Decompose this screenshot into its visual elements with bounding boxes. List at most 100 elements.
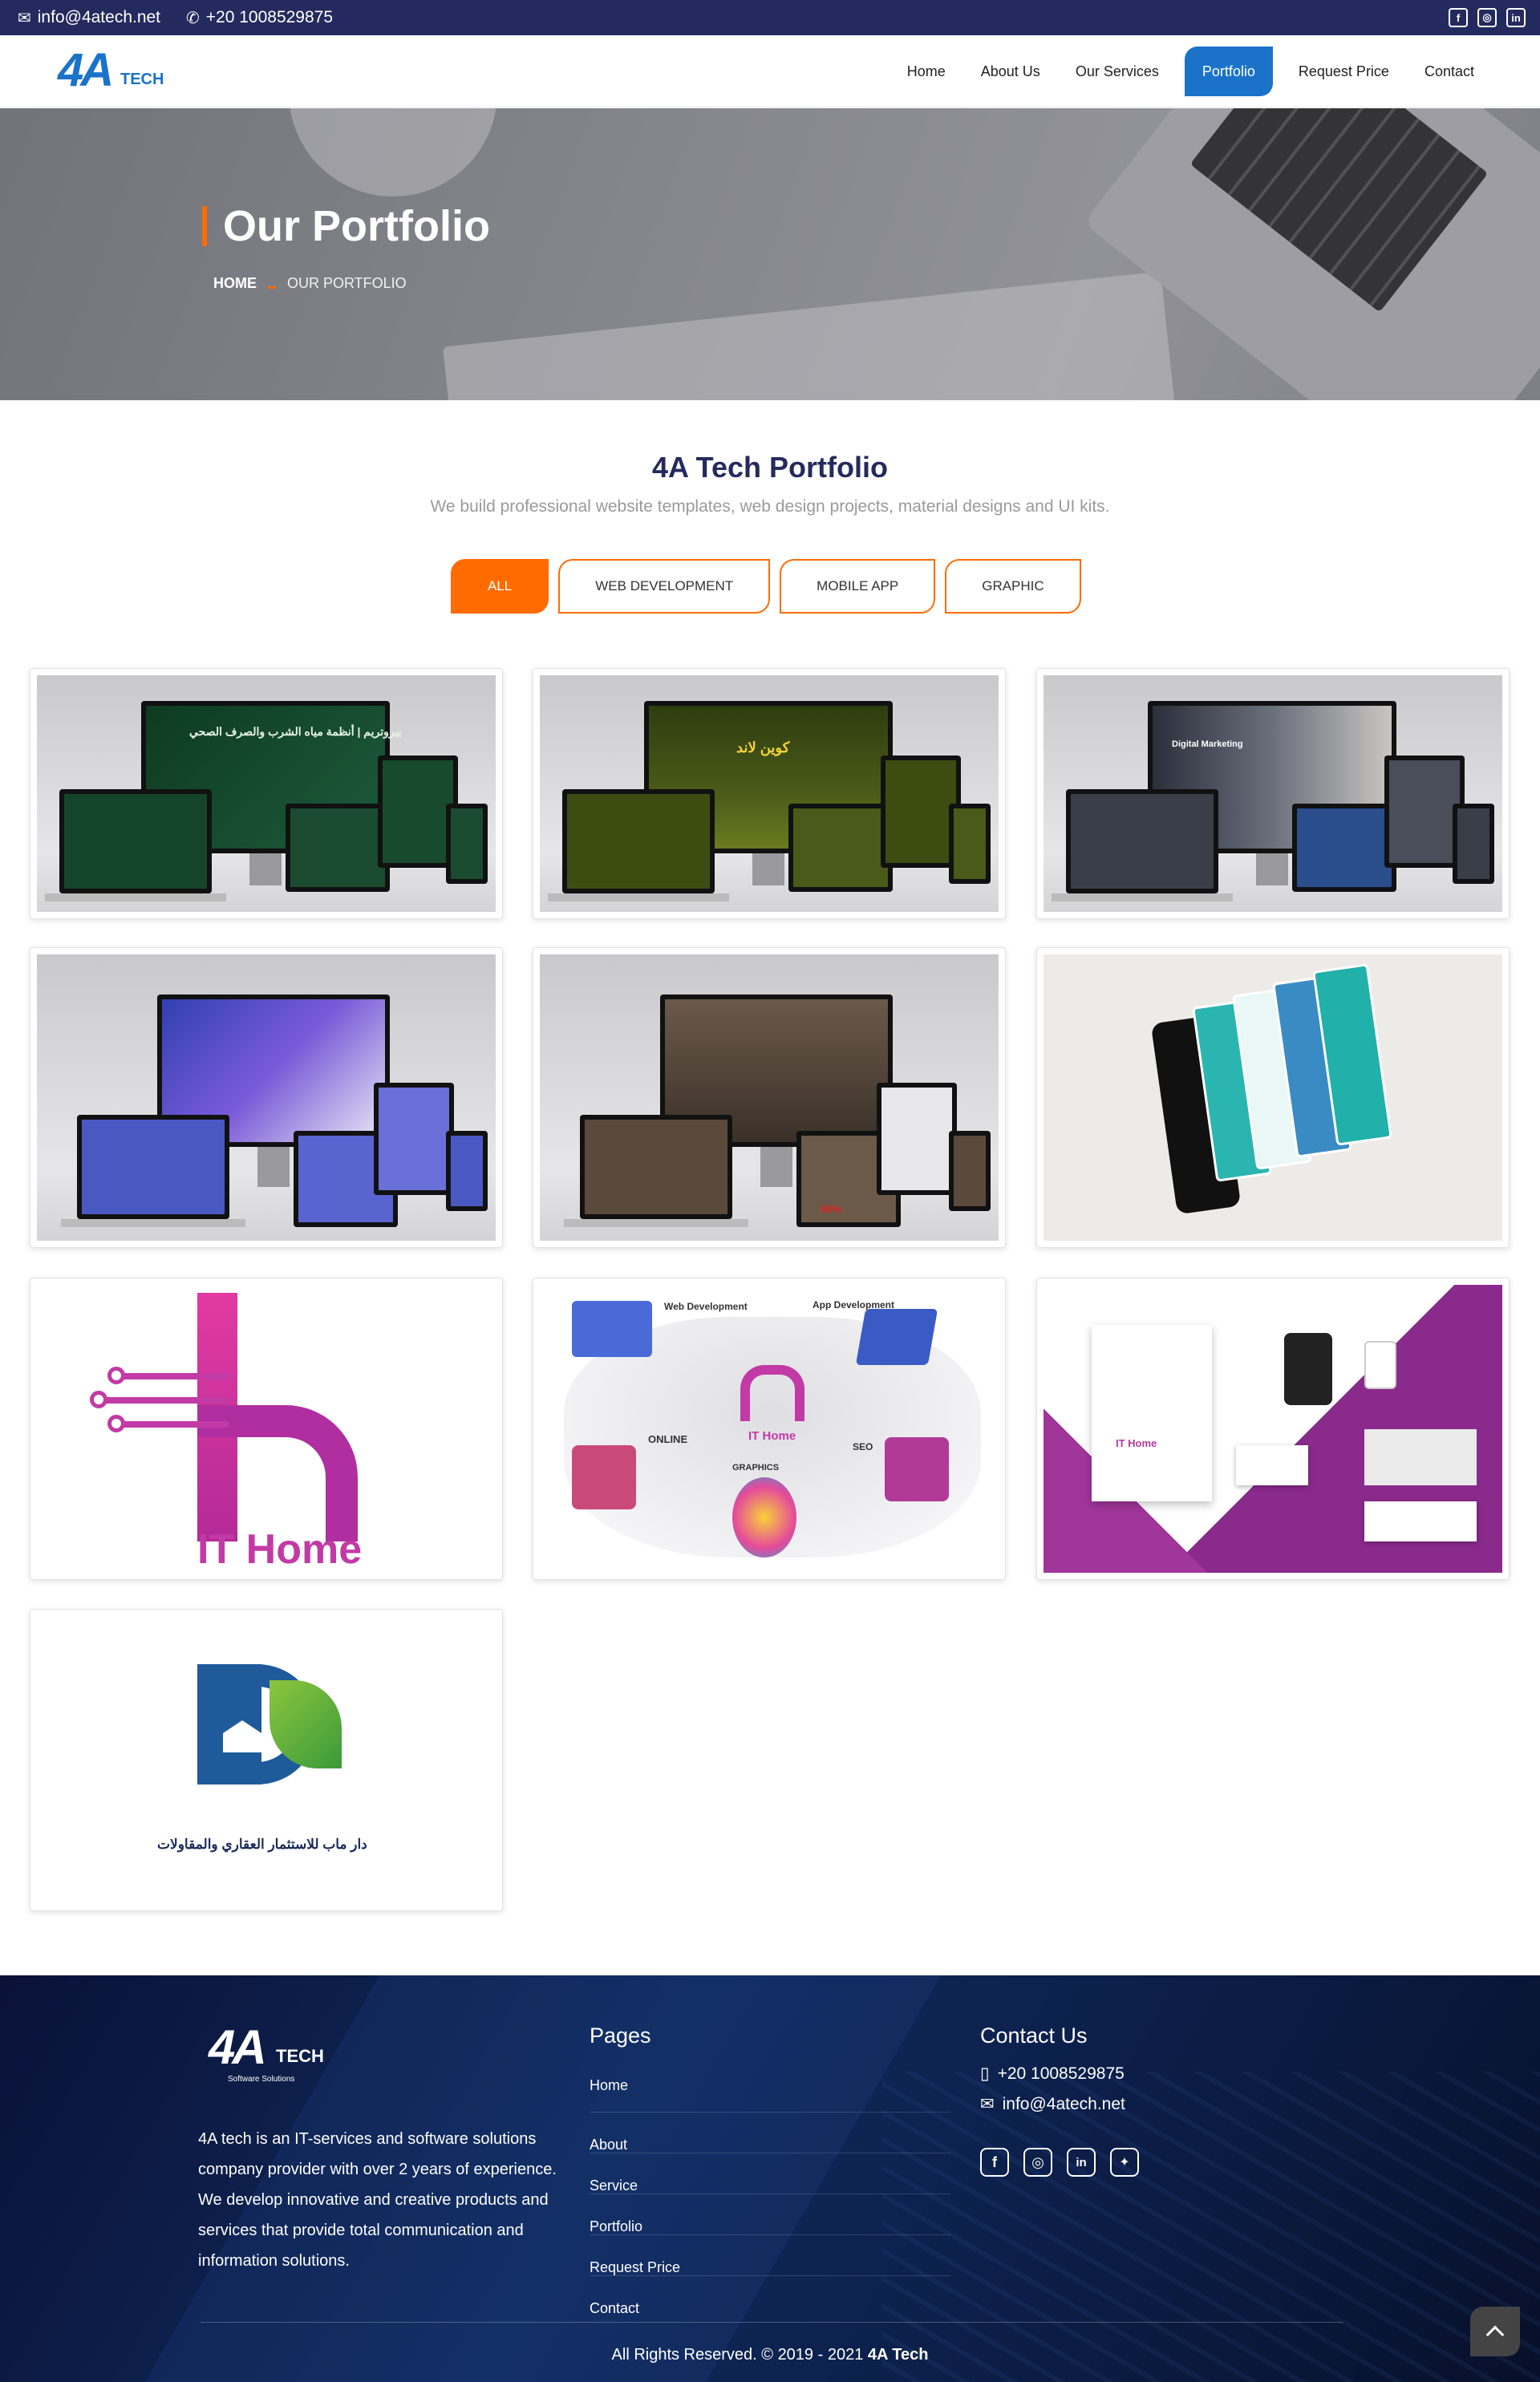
nav-services[interactable]: Our Services <box>1058 47 1177 96</box>
copyright: All Rights Reserved. © 2019 - 2021 4A Te… <box>0 2346 1540 2364</box>
footer-link-contact[interactable]: Contact <box>590 2276 950 2317</box>
screen-text: بيروتريم | أنظمة مياه الشرب والصرف الصحي <box>189 725 402 738</box>
footer-logo-tagline: Software Solutions <box>228 2075 295 2084</box>
mobile-phone-icon: ▯ <box>980 2064 990 2083</box>
portfolio-item[interactable]: دار ماب للاستثمار العقاري والمقاولات <box>30 1609 503 1911</box>
portfolio-item[interactable]: Web Development App Development ONLINE S… <box>533 1278 1006 1580</box>
main-nav: Home About Us Our Services Portfolio Req… <box>890 47 1492 96</box>
portfolio-image: Digital Marketing <box>1044 675 1502 912</box>
portfolio-image: Web Development App Development ONLINE S… <box>540 1285 999 1573</box>
instagram-icon[interactable]: ◎ <box>1023 2148 1052 2177</box>
topbar-social: f ◎ in <box>1449 8 1526 27</box>
twitter-icon[interactable]: ✦ <box>1110 2148 1139 2177</box>
footer-divider <box>201 2322 1343 2323</box>
screen-text: Digital Marketing <box>1172 739 1243 749</box>
copyright-text: All Rights Reserved. © 2019 - 2021 <box>611 2346 864 2364</box>
nav-portfolio[interactable]: Portfolio <box>1184 47 1273 96</box>
label-app-development: App Development <box>813 1299 895 1311</box>
page-title: Our Portfolio <box>202 205 490 248</box>
label-it-home: IT Home <box>748 1429 796 1443</box>
portfolio-image: 50% <box>540 954 999 1241</box>
screen-text: 50% <box>821 1203 842 1215</box>
portfolio-subtitle: We build professional website templates,… <box>430 497 1110 516</box>
screen-text: كوين لاند <box>736 739 790 756</box>
top-bar: ✉ info@4atech.net ✆ +20 1008529875 f ◎ i… <box>0 0 1540 35</box>
topbar-email-text: info@4atech.net <box>37 8 161 26</box>
footer-logo[interactable]: 4A TECH Software Solutions <box>209 2023 345 2088</box>
back-to-top-button[interactable] <box>1470 2307 1520 2356</box>
envelope-icon: ✉ <box>18 9 31 27</box>
nav-home[interactable]: Home <box>890 47 963 96</box>
label-web-development: Web Development <box>664 1301 748 1312</box>
topbar-phone-text: +20 1008529875 <box>205 8 334 26</box>
portfolio-item[interactable] <box>1036 947 1510 1248</box>
logo-sub: TECH <box>120 71 164 88</box>
footer-email-text: info@4atech.net <box>1002 2094 1125 2113</box>
footer-link-portfolio[interactable]: Portfolio <box>590 2194 950 2235</box>
footer-logo-mark: 4A <box>209 2020 267 2074</box>
dar-map-logo-text: دار ماب للاستثمار العقاري والمقاولات <box>157 1837 367 1852</box>
logo-mark: 4A <box>58 44 114 96</box>
topbar-email[interactable]: ✉ info@4atech.net <box>18 0 160 35</box>
portfolio-item[interactable]: كوين لاند <box>533 668 1006 919</box>
footer-pages-list: Home About Service Portfolio Request Pri… <box>590 2072 950 2317</box>
breadcrumb: HOME OUR PORTFOLIO <box>213 275 407 292</box>
portfolio-image: IT Home <box>1044 1285 1502 1573</box>
footer-link-service[interactable]: Service <box>590 2153 950 2194</box>
copyright-brand[interactable]: 4A Tech <box>868 2346 929 2364</box>
label-graphics: GRAPHICS <box>732 1463 780 1473</box>
footer-logo-sub: TECH <box>276 2046 324 2066</box>
breadcrumb-current: OUR PORTFOLIO <box>287 275 407 291</box>
linkedin-icon[interactable]: in <box>1506 8 1526 27</box>
site-footer: 4A TECH Software Solutions 4A tech is an… <box>0 1975 1540 2382</box>
portfolio-image: IT Home <box>37 1285 496 1573</box>
filter-all[interactable]: ALL <box>451 559 549 614</box>
portfolio-title: 4A Tech Portfolio <box>651 451 888 484</box>
envelope-icon: ✉ <box>980 2095 995 2113</box>
nav-about[interactable]: About Us <box>963 47 1058 96</box>
instagram-icon[interactable]: ◎ <box>1477 8 1497 27</box>
logo[interactable]: 4A TECH <box>58 44 164 96</box>
it-home-logo-text: IT Home <box>197 1526 363 1573</box>
footer-email[interactable]: ✉ info@4atech.net <box>980 2094 1125 2114</box>
footer-pages-title: Pages <box>590 2023 651 2048</box>
nav-contact[interactable]: Contact <box>1407 47 1492 96</box>
linkedin-icon[interactable]: in <box>1067 2148 1096 2177</box>
facebook-icon[interactable]: f <box>980 2148 1009 2177</box>
footer-phone[interactable]: ▯ +20 1008529875 <box>980 2064 1125 2084</box>
chevron-up-icon <box>1485 2325 1505 2344</box>
portfolio-filters: ALL WEB DEVELOPMENT MOBILE APP GRAPHIC <box>451 559 1081 614</box>
topbar-phone[interactable]: ✆ +20 1008529875 <box>186 0 333 35</box>
label-seo: SEO <box>853 1441 873 1452</box>
footer-phone-text: +20 1008529875 <box>997 2064 1125 2083</box>
site-header: 4A TECH Home About Us Our Services Portf… <box>0 35 1540 107</box>
footer-about: 4A tech is an IT-services and software s… <box>198 2130 557 2270</box>
breadcrumb-home[interactable]: HOME <box>213 275 257 292</box>
phone-icon: ✆ <box>186 9 200 27</box>
label-online: ONLINE <box>648 1433 688 1445</box>
footer-contact-title: Contact Us <box>980 2023 1088 2048</box>
footer-link-home[interactable]: Home <box>590 2072 950 2113</box>
portfolio-image: كوين لاند <box>540 675 999 912</box>
footer-social: f ◎ in ✦ <box>980 2148 1139 2177</box>
nav-request-price[interactable]: Request Price <box>1281 47 1407 96</box>
portfolio-item[interactable] <box>30 947 503 1248</box>
filter-web-development[interactable]: WEB DEVELOPMENT <box>558 559 771 614</box>
page-hero: Our Portfolio HOME OUR PORTFOLIO <box>0 108 1540 400</box>
portfolio-item[interactable]: IT Home <box>1036 1278 1510 1580</box>
portfolio-image: بيروتريم | أنظمة مياه الشرب والصرف الصحي <box>37 675 496 912</box>
portfolio-image: دار ماب للاستثمار العقاري والمقاولات <box>37 1616 496 1904</box>
footer-link-about[interactable]: About <box>590 2113 950 2153</box>
portfolio-item[interactable]: IT Home <box>30 1278 503 1580</box>
portfolio-item[interactable]: 50% <box>533 947 1006 1248</box>
breadcrumb-separator <box>268 286 276 289</box>
portfolio-image <box>37 954 496 1241</box>
portfolio-image <box>1044 954 1502 1241</box>
footer-link-request-price[interactable]: Request Price <box>590 2235 950 2276</box>
stationery-brand-text: IT Home <box>1116 1437 1157 1449</box>
filter-graphic[interactable]: GRAPHIC <box>945 559 1081 614</box>
facebook-icon[interactable]: f <box>1449 8 1468 27</box>
filter-mobile-app[interactable]: MOBILE APP <box>780 559 936 614</box>
portfolio-item[interactable]: Digital Marketing <box>1036 668 1510 919</box>
portfolio-item[interactable]: بيروتريم | أنظمة مياه الشرب والصرف الصحي <box>30 668 503 919</box>
